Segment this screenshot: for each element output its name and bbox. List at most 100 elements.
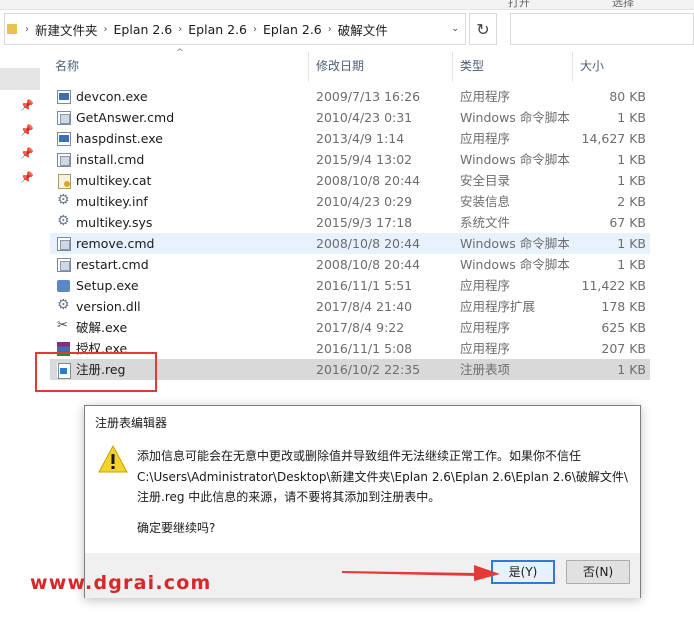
column-divider[interactable] [452, 52, 453, 82]
dialog-message: 添加信息可能会在无意中更改或删除值并导致组件无法继续正常工作。如果你不信任 C:… [137, 446, 628, 508]
file-type: 安全目录 [460, 173, 511, 188]
chevron-right-icon[interactable]: › [328, 24, 332, 35]
column-header-size[interactable]: 大小 [580, 56, 604, 82]
file-date: 2017/8/4 21:40 [316, 299, 413, 314]
file-row[interactable]: remove.cmd 2008/10/8 20:44 Windows 命令脚本 1 K… [50, 233, 650, 254]
annotation-highlight-box [35, 352, 157, 392]
search-input[interactable] [510, 13, 694, 45]
file-date: 2016/11/1 5:51 [316, 278, 413, 293]
file-row[interactable]: multikey.inf 2010/4/23 0:29 安装信息 2 KB [50, 191, 650, 212]
dialog-message-line: 注册.reg 中此信息的来源，请不要将其添加到注册表中。 [137, 490, 441, 504]
breadcrumb-item[interactable]: 新建文件夹 [35, 20, 98, 39]
file-date: 2017/8/4 9:22 [316, 320, 405, 335]
file-date: 2016/10/2 22:35 [316, 362, 421, 377]
chevron-down-icon[interactable]: ⌄ [451, 24, 459, 34]
dialog-question: 确定要继续吗? [137, 521, 216, 535]
file-size: 1 KB [617, 236, 646, 251]
file-name: Setup.exe [76, 278, 139, 293]
chevron-right-icon[interactable]: › [253, 24, 257, 35]
file-date: 2009/7/13 16:26 [316, 89, 421, 104]
file-name: install.cmd [76, 152, 145, 167]
nav-item-selected[interactable] [0, 68, 40, 90]
ribbon-select-label[interactable]: 选择 [612, 0, 634, 10]
file-exe-icon [57, 90, 71, 104]
file-row[interactable]: version.dll 2017/8/4 21:40 应用程序扩展 178 KB [50, 296, 650, 317]
column-divider[interactable] [308, 52, 309, 82]
file-size: 80 KB [609, 89, 646, 104]
ribbon-strip: 打开 选择 [0, 0, 694, 10]
ribbon-open-label[interactable]: 打开 [508, 0, 530, 10]
file-type: 应用程序 [460, 341, 511, 356]
file-cmd-icon [57, 237, 71, 251]
file-size: 1 KB [617, 152, 646, 167]
file-row[interactable]: haspdinst.exe 2013/4/9 1:14 应用程序 14,627 KB [50, 128, 650, 149]
folder-icon [7, 22, 19, 36]
file-date: 2010/4/23 0:29 [316, 194, 413, 209]
file-size: 207 KB [601, 341, 646, 356]
file-type: Windows 命令脚本 [460, 257, 570, 272]
file-name: multikey.cat [76, 173, 152, 188]
file-date: 2008/10/8 20:44 [316, 236, 421, 251]
file-name: GetAnswer.cmd [76, 110, 175, 125]
file-row[interactable]: install.cmd 2015/9/4 13:02 Windows 命令脚本 1 K… [50, 149, 650, 170]
file-size: 1 KB [617, 173, 646, 188]
refresh-button[interactable]: ↻ [469, 13, 497, 45]
file-size: 67 KB [609, 215, 646, 230]
column-divider[interactable] [572, 52, 573, 82]
breadcrumb-item-current[interactable]: 破解文件 [338, 20, 388, 39]
file-size: 1 KB [617, 257, 646, 272]
column-header-name[interactable]: 名称 [55, 56, 79, 82]
file-row[interactable]: restart.cmd 2008/10/8 20:44 Windows 命令脚本 1 … [50, 254, 650, 275]
file-gear-icon [57, 213, 71, 230]
file-size: 625 KB [601, 320, 646, 335]
address-bar[interactable]: › 新建文件夹 › Eplan 2.6 › Eplan 2.6 › Eplan … [4, 13, 466, 45]
file-type: 应用程序 [460, 89, 511, 104]
chevron-right-icon[interactable]: › [104, 24, 108, 35]
file-date: 2015/9/3 17:18 [316, 215, 413, 230]
file-setup-icon [57, 279, 71, 293]
file-row[interactable]: Setup.exe 2016/11/1 5:51 应用程序 11,422 KB [50, 275, 650, 296]
file-name: restart.cmd [76, 257, 149, 272]
dialog-title: 注册表编辑器 [95, 416, 168, 430]
breadcrumb-item[interactable]: Eplan 2.6 [263, 22, 322, 37]
file-name: haspdinst.exe [76, 131, 163, 146]
file-row[interactable]: multikey.cat 2008/10/8 20:44 安全目录 1 KB [50, 170, 650, 191]
file-gear-icon [57, 297, 71, 314]
column-header-date[interactable]: 修改日期 [316, 56, 364, 82]
file-date: 2010/4/23 0:31 [316, 110, 413, 125]
no-button[interactable]: 否(N) [566, 560, 630, 584]
pin-icon[interactable]: 📌 [20, 100, 34, 112]
breadcrumb-item[interactable]: Eplan 2.6 [188, 22, 247, 37]
annotation-arrow [342, 565, 500, 581]
file-type: 注册表项 [460, 362, 511, 377]
dialog-message-line: C:\Users\Administrator\Desktop\新建文件夹\Epl… [137, 469, 628, 484]
pin-icon[interactable]: 📌 [20, 148, 34, 160]
sort-ascending-icon: ^ [176, 48, 184, 58]
file-row[interactable]: devcon.exe 2009/7/13 16:26 应用程序 80 KB [50, 86, 650, 107]
file-type: 应用程序扩展 [460, 299, 536, 314]
file-type: 应用程序 [460, 278, 511, 293]
chevron-right-icon[interactable]: › [25, 24, 29, 35]
file-size: 1 KB [617, 362, 646, 377]
file-exe-icon [57, 132, 71, 146]
file-gear-icon [57, 192, 71, 209]
file-name: multikey.inf [76, 194, 148, 209]
chevron-right-icon[interactable]: › [178, 24, 182, 35]
file-row[interactable]: GetAnswer.cmd 2010/4/23 0:31 Windows 命令脚本 1… [50, 107, 650, 128]
column-header-type[interactable]: 类型 [460, 56, 484, 82]
breadcrumb-item[interactable]: Eplan 2.6 [114, 22, 173, 37]
file-crack-icon [57, 318, 71, 335]
navigation-pane[interactable]: 📌 📌 📌 📌 [0, 50, 40, 623]
file-date: 2008/10/8 20:44 [316, 173, 421, 188]
file-date: 2015/9/4 13:02 [316, 152, 413, 167]
file-type: Windows 命令脚本 [460, 236, 570, 251]
file-size: 178 KB [601, 299, 646, 314]
file-name: remove.cmd [76, 236, 155, 251]
file-type: 系统文件 [460, 215, 511, 230]
file-date: 2008/10/8 20:44 [316, 257, 421, 272]
file-name: 破解.exe [76, 320, 128, 335]
pin-icon[interactable]: 📌 [20, 172, 34, 184]
pin-icon[interactable]: 📌 [20, 125, 34, 137]
file-row[interactable]: 破解.exe 2017/8/4 9:22 应用程序 625 KB [50, 317, 650, 338]
file-row[interactable]: multikey.sys 2015/9/3 17:18 系统文件 67 KB [50, 212, 650, 233]
